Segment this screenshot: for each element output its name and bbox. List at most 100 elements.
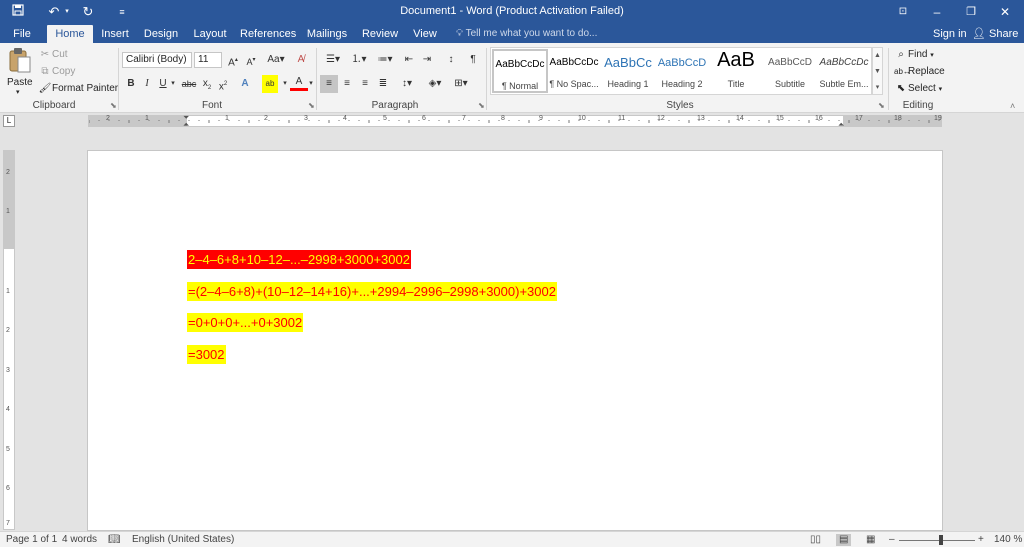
highlight-color-icon[interactable]: ab [262,75,278,93]
strikethrough-icon[interactable]: abc [180,75,198,93]
clear-formatting-icon[interactable]: A̸ [292,51,310,69]
ruler-number: 2 [6,327,10,334]
style-no-spacing[interactable]: AaBbCcDc ¶ No Spac... [546,49,602,93]
shading-icon[interactable]: ◈▾ [424,75,446,93]
zoom-level[interactable]: 140 % [994,534,1022,546]
font-size-combo[interactable]: 11 [194,52,222,68]
format-painter-button[interactable]: 🖌︎Format Painter [38,81,119,97]
tell-me-box[interactable]: 💡︎ Tell me what you want to do... [456,25,597,43]
tab-mailings[interactable]: Mailings [304,25,350,43]
style-subtitle[interactable]: AaBbCcD Subtitle [762,49,818,93]
word-count[interactable]: 4 words [62,534,97,546]
highlight-dropdown-icon[interactable]: ▾ [280,75,290,93]
style-normal[interactable]: AaBbCcDc ¶ Normal [492,49,548,93]
tab-references[interactable]: References [240,25,296,43]
tab-layout[interactable]: Layout [190,25,230,43]
select-button[interactable]: ⬉ Select ▾ [894,81,942,97]
bullets-icon[interactable]: ☰▾ [320,51,346,69]
styles-launcher-icon[interactable]: ⬊ [878,101,885,110]
line-spacing-icon[interactable]: ↕▾ [396,75,418,93]
document-line[interactable]: =3002 [187,345,226,364]
increase-indent-icon[interactable]: ⇥ [418,51,436,69]
document-line[interactable]: 2–4–6+8+10–12–...–2998+3000+3002 [187,250,411,269]
page-count[interactable]: Page 1 of 1 [6,534,57,546]
tab-selector-icon[interactable]: L [3,115,15,127]
zoom-out-button[interactable]: – [889,534,895,546]
paste-button[interactable]: Paste ▾ [6,47,34,96]
style-heading-2[interactable]: AaBbCcD Heading 2 [654,49,710,93]
replace-button[interactable]: ab↔Replace [894,64,945,80]
group-divider [888,48,889,110]
tab-home[interactable]: Home [47,25,93,43]
proofing-icon[interactable]: 📖︎ [108,534,121,546]
paintbrush-icon: 🖌︎ [38,83,52,94]
clipboard-launcher-icon[interactable]: ⬊ [110,101,117,110]
justify-icon[interactable]: ≣ [374,75,392,93]
tab-file[interactable]: File [6,25,38,43]
ribbon-display-options-icon[interactable]: ⊡ [888,2,918,22]
tab-insert[interactable]: Insert [98,25,132,43]
font-launcher-icon[interactable]: ⬊ [308,101,315,110]
ruler-number: 6 [422,115,426,122]
font-group-label: Font [201,100,222,111]
gallery-down-icon[interactable]: ▼ [873,64,882,80]
text-effects-icon[interactable]: A [236,75,254,93]
language[interactable]: English (United States) [132,534,234,546]
cut-button[interactable]: ✂ Cut [38,47,68,63]
paste-dropdown-icon[interactable]: ▾ [16,85,20,101]
paragraph-launcher-icon[interactable]: ⬊ [478,101,485,110]
style-preview: AaBbCcD [768,57,812,68]
web-layout-icon[interactable]: ▦ [866,534,875,546]
align-right-icon[interactable]: ≡ [356,75,374,93]
print-layout-icon[interactable]: ▤ [836,534,852,546]
zoom-slider-thumb[interactable] [939,535,943,545]
ruler-number: 16 [815,115,823,122]
font-color-dropdown-icon[interactable]: ▾ [306,75,316,93]
ruler-number: 17 [855,115,863,122]
change-case-icon[interactable]: Aa▾ [264,51,288,69]
superscript-icon[interactable]: x2 [214,75,232,93]
style-name: Title [727,79,745,89]
underline-dropdown-icon[interactable]: ▾ [168,75,178,93]
sort-icon[interactable]: ↕ [442,51,460,69]
copy-button[interactable]: ⧉ Copy [38,64,75,80]
gallery-more-icon[interactable]: ▾ [873,80,882,96]
style-heading-1[interactable]: AaBbCc Heading 1 [600,49,656,93]
close-icon[interactable]: ✕ [990,2,1020,22]
ruler-number: 1 [225,115,229,122]
zoom-in-button[interactable]: + [978,534,984,546]
document-line[interactable]: =0+0+0+...+0+3002 [187,313,304,332]
borders-icon[interactable]: ⊞▾ [450,75,472,93]
vertical-ruler[interactable]: 2 1 1 2 3 4 5 6 7 [3,150,15,530]
zoom-slider[interactable] [899,540,975,541]
grow-font-icon[interactable]: A▴ [224,51,242,69]
document-line[interactable]: =(2–4–6+8)+(10–12–14+16)+...+2994–2996–2… [187,282,557,301]
style-title[interactable]: AaB Title [708,49,764,93]
style-subtle-emphasis[interactable]: AaBbCcDc Subtle Em... [816,49,872,93]
document-page[interactable]: 2–4–6+8+10–12–...–2998+3000+3002 =(2–4–6… [87,150,943,531]
tab-design[interactable]: Design [142,25,180,43]
clipboard-group-label: Clipboard [32,100,76,111]
collapse-ribbon-icon[interactable]: ˄ [1010,101,1015,111]
decrease-indent-icon[interactable]: ⇤ [400,51,418,69]
ruler-number: 4 [6,406,10,413]
align-left-icon[interactable]: ≡ [320,75,338,93]
style-name: Subtitle [774,79,806,89]
minimize-icon[interactable]: – [922,2,952,22]
align-center-icon[interactable]: ≡ [338,75,356,93]
find-button[interactable]: ⌕ Find ▾ [894,47,934,63]
horizontal-ruler[interactable]: 2 1 1 2 3 4 5 6 7 8 9 10 11 12 13 14 15 … [88,113,942,129]
pilcrow-icon[interactable]: ¶ [464,51,482,69]
tab-view[interactable]: View [410,25,440,43]
sign-in-link[interactable]: Sign in [933,25,967,43]
tab-review[interactable]: Review [360,25,400,43]
read-mode-icon[interactable]: ▯▯ [810,534,821,546]
shrink-font-icon[interactable]: A▾ [242,51,260,69]
gallery-up-icon[interactable]: ▲ [873,48,882,64]
restore-icon[interactable]: ❐ [956,2,986,22]
multilevel-list-icon[interactable]: ≔▾ [372,51,398,69]
numbering-icon[interactable]: ⒈▾ [346,51,372,69]
gallery-scroll[interactable]: ▲ ▼ ▾ [872,47,883,95]
share-button[interactable]: 👤︎ Share [972,25,1018,43]
font-name-combo[interactable]: Calibri (Body) [122,52,192,68]
